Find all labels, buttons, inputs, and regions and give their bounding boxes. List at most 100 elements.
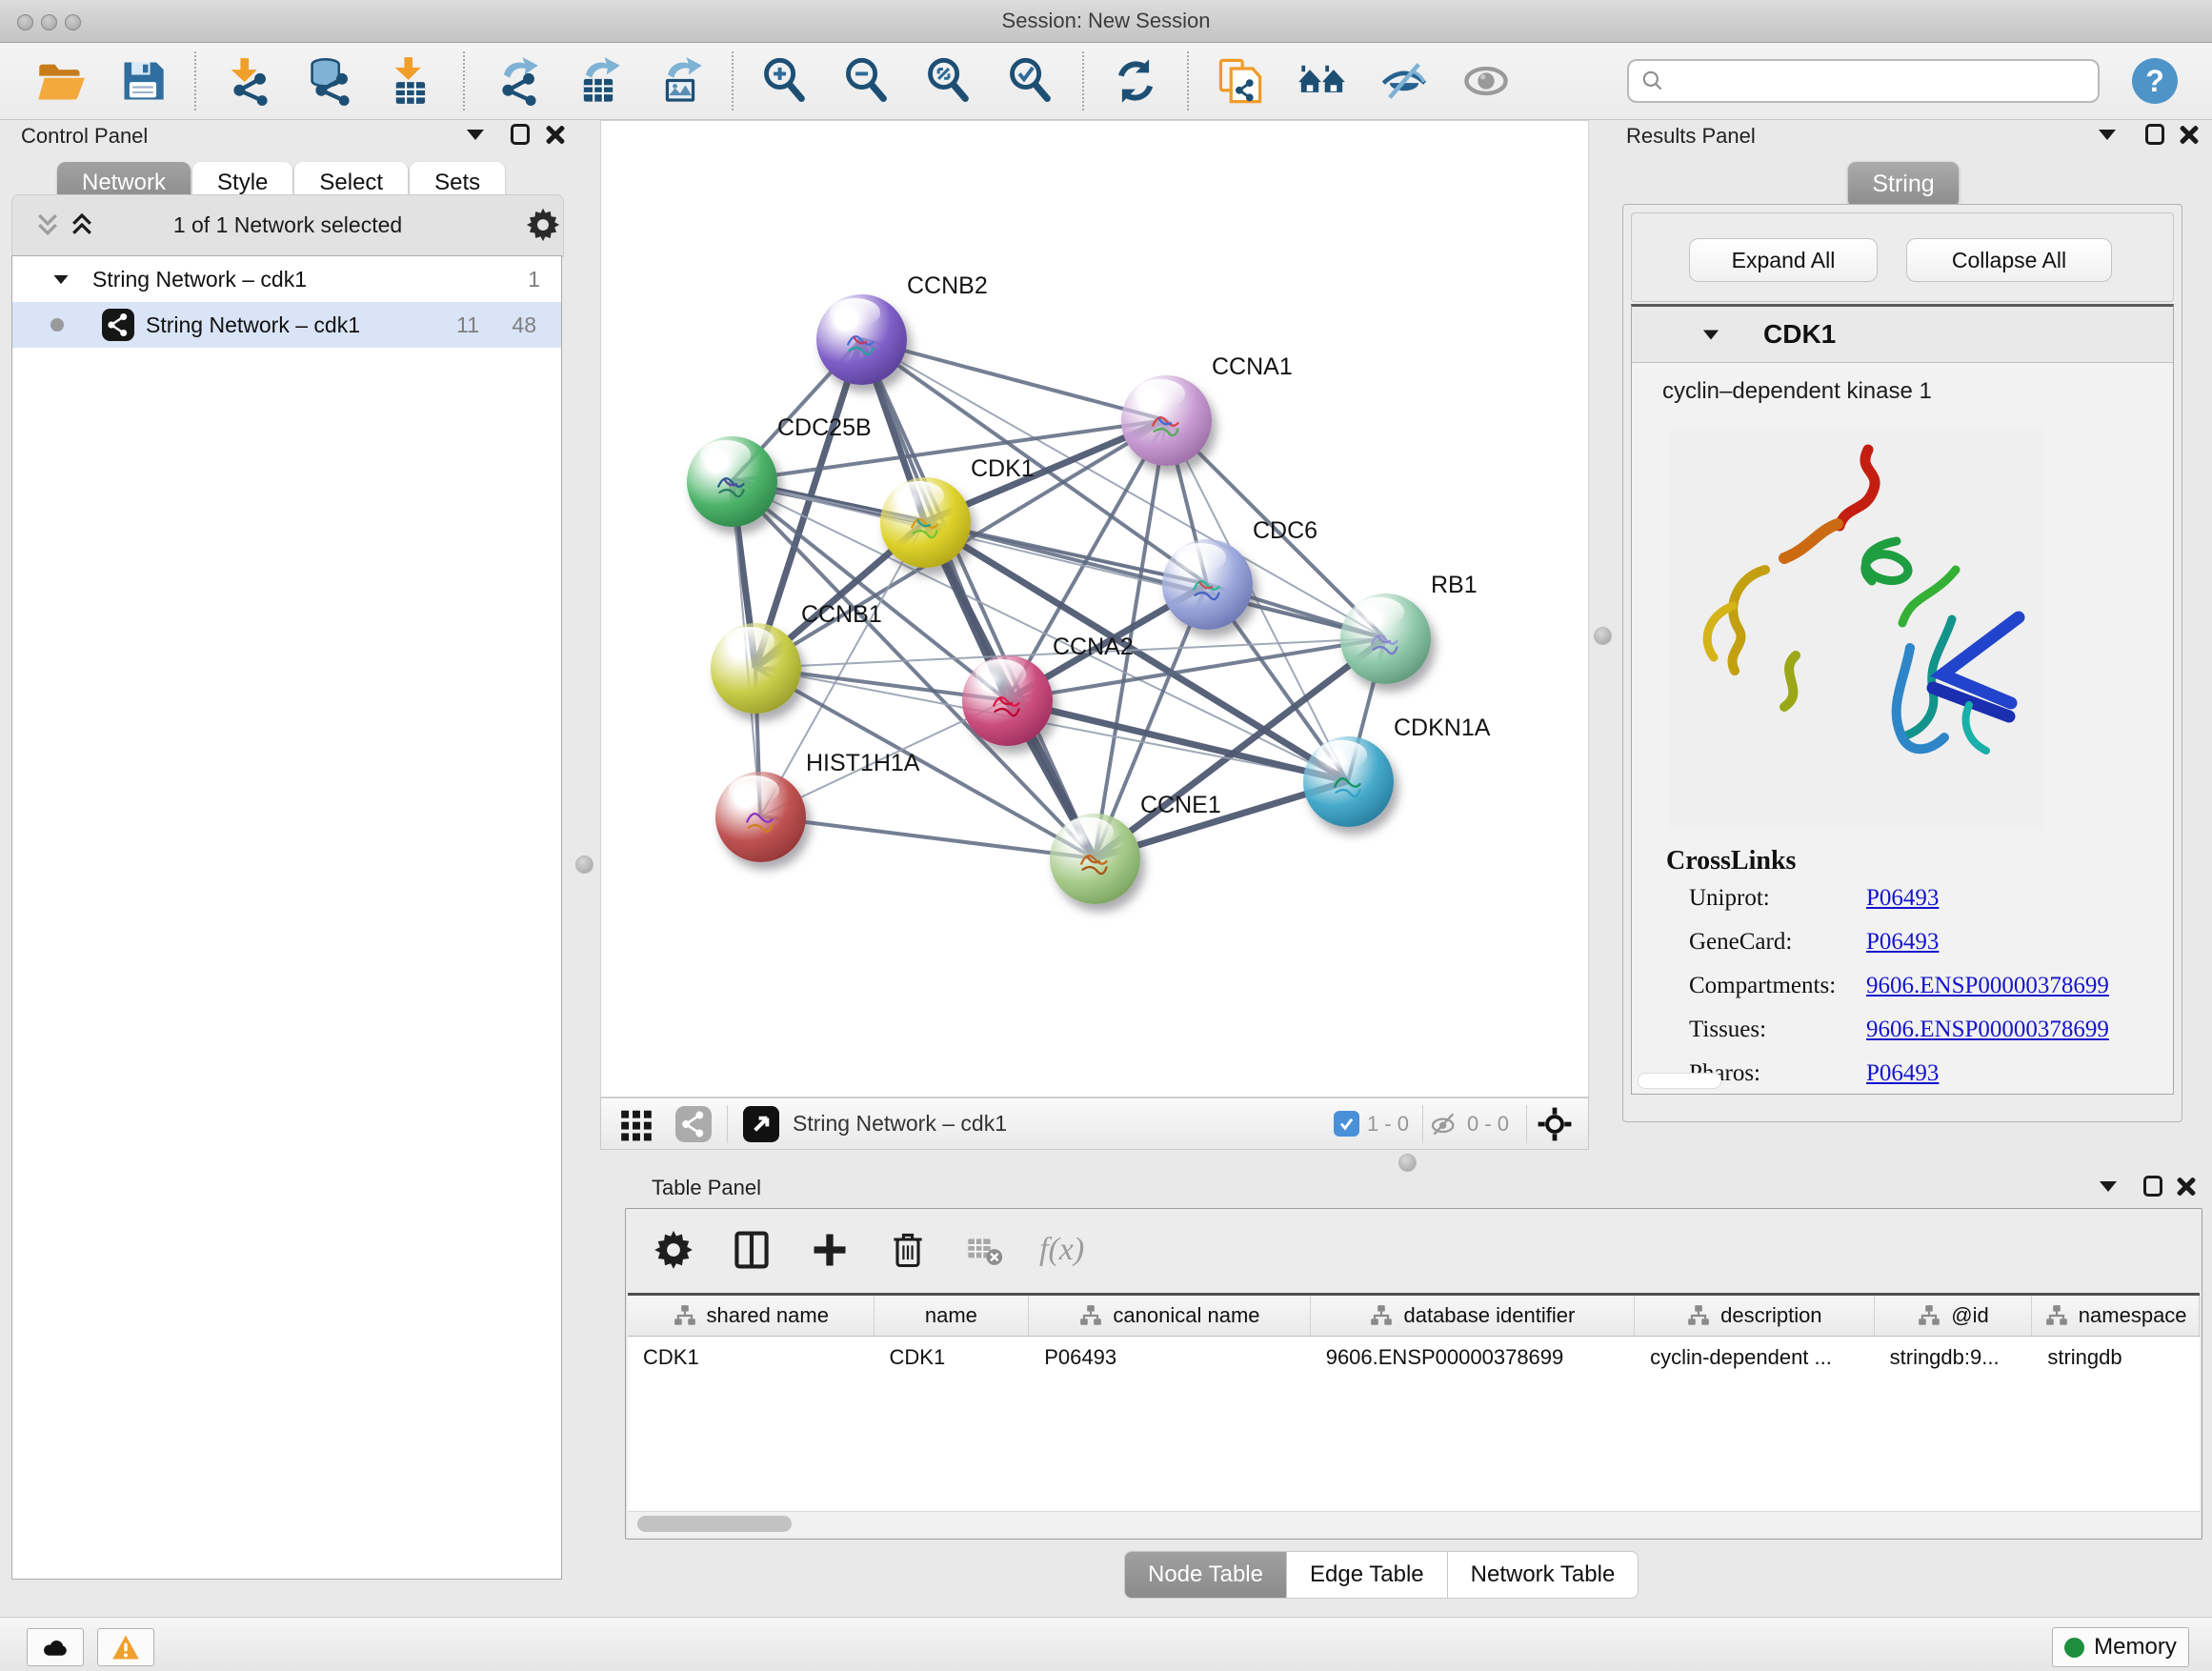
tab-string[interactable]: String — [1848, 162, 1959, 206]
collapse-all-button[interactable]: Collapse All — [1906, 238, 2112, 282]
column-header-name[interactable]: name — [875, 1296, 1030, 1336]
export-network-icon[interactable] — [490, 54, 543, 108]
column-header-namespace[interactable]: namespace — [2032, 1296, 2200, 1336]
tab-edge-table[interactable]: Edge Table — [1287, 1551, 1448, 1599]
crosslink-link[interactable]: 9606.ENSP00000378699 — [1866, 973, 2109, 999]
save-icon[interactable] — [116, 54, 170, 108]
graph-node-cdk1[interactable] — [880, 477, 971, 568]
open-folder-icon[interactable] — [34, 54, 88, 108]
vertical-splitter-left[interactable] — [570, 120, 600, 1150]
table-cell[interactable]: stringdb — [2032, 1337, 2200, 1379]
scrollbar-thumb[interactable] — [637, 1516, 792, 1532]
column-header-description[interactable]: description — [1635, 1296, 1875, 1336]
table-cell[interactable]: cyclin-dependent ... — [1635, 1337, 1875, 1379]
string-app-icon — [102, 309, 134, 341]
float-panel-icon[interactable] — [2143, 1176, 2162, 1197]
window-title: Session: New Session — [0, 9, 2212, 33]
panel-menu-icon[interactable] — [467, 130, 484, 140]
graph-node-ccnb2[interactable] — [816, 294, 907, 385]
panel-menu-icon[interactable] — [2100, 1181, 2117, 1192]
protein-section-header[interactable]: CDK1 — [1632, 307, 2173, 363]
tab-node-table[interactable]: Node Table — [1124, 1551, 1287, 1599]
results-panel-title: Results Panel — [1626, 124, 1756, 149]
hide-eye-icon[interactable] — [1377, 54, 1431, 108]
delete-column-trash-icon[interactable] — [887, 1229, 929, 1271]
close-panel-icon[interactable] — [2176, 1176, 2197, 1197]
table-cell[interactable]: stringdb:9... — [1875, 1337, 2033, 1379]
table-horizontal-scrollbar[interactable] — [628, 1511, 2200, 1537]
crosslink-link[interactable]: P06493 — [1866, 1060, 1939, 1087]
hidden-eye-icon — [1429, 1109, 1459, 1139]
splitter-handle[interactable] — [575, 856, 593, 874]
node-table[interactable]: shared namenamecanonical namedatabase id… — [628, 1293, 2200, 1517]
close-panel-icon[interactable] — [2179, 124, 2200, 145]
tab-network-table[interactable]: Network Table — [1448, 1551, 1639, 1599]
graph-node-ccna2[interactable] — [962, 655, 1053, 746]
export-image-icon[interactable] — [654, 54, 707, 108]
graph-node-ccna1[interactable] — [1121, 375, 1212, 466]
copy-share-icon[interactable] — [1214, 54, 1267, 108]
selected-checkbox-icon[interactable] — [1334, 1111, 1359, 1137]
crosslink-link[interactable]: 9606.ENSP00000378699 — [1866, 1017, 2109, 1043]
crosslink-link[interactable]: P06493 — [1866, 885, 1939, 912]
import-database-icon[interactable] — [303, 54, 356, 108]
open-in-window-icon[interactable] — [743, 1106, 779, 1142]
float-panel-icon[interactable] — [2145, 124, 2164, 145]
edge-count: 48 — [512, 312, 536, 338]
close-panel-icon[interactable] — [545, 124, 566, 145]
search-field[interactable] — [1627, 59, 2100, 103]
function-builder-icon-disabled: f(x) — [1039, 1232, 1084, 1268]
refresh-icon[interactable] — [1109, 54, 1162, 108]
warnings-button[interactable] — [97, 1628, 154, 1666]
cloud-button[interactable] — [27, 1628, 84, 1666]
protein-structure-thumbnail — [695, 455, 768, 515]
fit-content-crosshair-icon[interactable] — [1537, 1106, 1573, 1142]
graph-node-rb1[interactable] — [1340, 594, 1431, 684]
network-collection-row[interactable]: String Network – cdk1 1 — [12, 256, 561, 302]
crosslink-link[interactable]: P06493 — [1866, 929, 1939, 956]
collapse-section-icon[interactable] — [1703, 330, 1719, 339]
tree-expand-icon[interactable] — [53, 274, 68, 283]
memory-button[interactable]: Memory — [2052, 1627, 2189, 1667]
horizontal-splitter[interactable] — [600, 1150, 2212, 1174]
results-scrollbar-thumb[interactable] — [1638, 1073, 1721, 1089]
birdseye-grid-icon[interactable] — [618, 1106, 654, 1142]
graph-node-cdc25b[interactable] — [687, 436, 777, 527]
graph-node-cdc6[interactable] — [1162, 539, 1253, 630]
graph-node-ccnb1[interactable] — [711, 623, 801, 714]
split-columns-icon[interactable] — [731, 1229, 773, 1271]
graph-node-hist1h1a[interactable] — [715, 772, 806, 862]
column-header-database-identifier[interactable]: database identifier — [1311, 1296, 1635, 1336]
node-label-ccne1: CCNE1 — [1140, 792, 1221, 819]
search-input[interactable] — [1673, 67, 2086, 95]
help-button[interactable]: ? — [2132, 58, 2178, 104]
column-header--id[interactable]: @id — [1875, 1296, 2033, 1336]
home-pair-icon[interactable] — [1296, 54, 1349, 108]
network-canvas[interactable]: CCNB2CCNA1CDC25BCDK1CDC6RB1CCNB1CCNA2CDK… — [600, 120, 1589, 1097]
export-table-icon[interactable] — [572, 54, 625, 108]
panel-menu-icon[interactable] — [2099, 130, 2116, 140]
import-network-icon[interactable] — [221, 54, 274, 108]
zoom-out-icon[interactable] — [840, 54, 894, 108]
table-cell[interactable]: CDK1 — [628, 1337, 875, 1379]
expand-all-button[interactable]: Expand All — [1689, 238, 1878, 282]
graph-node-ccne1[interactable] — [1050, 814, 1140, 904]
zoom-fit-icon[interactable] — [922, 54, 975, 108]
share-network-icon-disabled[interactable] — [675, 1106, 712, 1142]
column-header-canonical-name[interactable]: canonical name — [1029, 1296, 1310, 1336]
gear-icon[interactable] — [653, 1229, 694, 1271]
zoom-in-icon[interactable] — [758, 54, 812, 108]
table-cell[interactable]: P06493 — [1029, 1337, 1310, 1379]
network-row-selected[interactable]: String Network – cdk1 11 48 — [12, 302, 561, 348]
toolbar-separator — [1082, 51, 1084, 111]
add-column-icon[interactable] — [809, 1229, 851, 1271]
graph-node-cdkn1a[interactable] — [1303, 736, 1394, 827]
float-panel-icon[interactable] — [511, 124, 530, 145]
gear-icon[interactable] — [525, 207, 561, 243]
table-cell[interactable]: CDK1 — [875, 1337, 1030, 1379]
table-cell[interactable]: 9606.ENSP00000378699 — [1311, 1337, 1635, 1379]
import-table-icon[interactable] — [385, 54, 438, 108]
column-header-shared-name[interactable]: shared name — [628, 1296, 875, 1336]
zoom-selected-icon[interactable] — [1004, 54, 1057, 108]
splitter-handle[interactable] — [1398, 1154, 1417, 1172]
